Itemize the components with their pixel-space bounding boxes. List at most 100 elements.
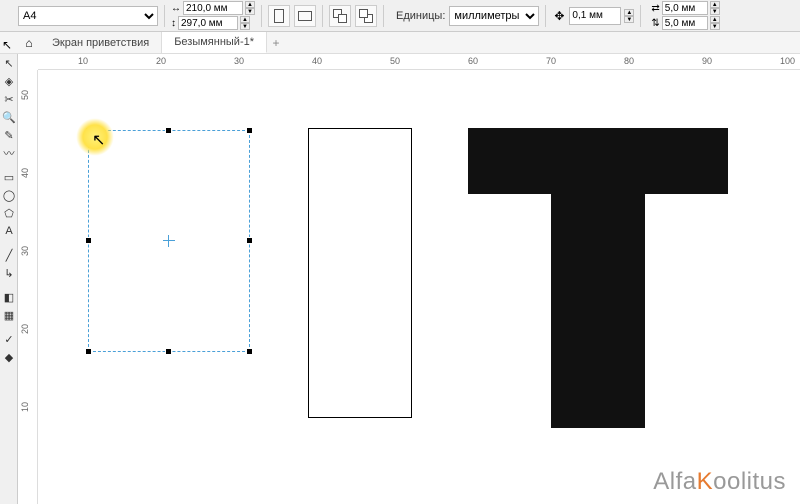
nudge-input[interactable] [569, 7, 621, 25]
ruler-tick: 30 [234, 56, 244, 66]
spin-down[interactable]: ▼ [710, 23, 720, 30]
pick-tool-indicator: ↖ [2, 38, 12, 52]
separator [261, 5, 262, 27]
polygon-tool[interactable]: ⬠ [0, 204, 18, 222]
separator [383, 5, 384, 27]
property-bar: ↖ A4 ↔ ▲▼ ↕ ▲▼ Единицы: миллиметры ✥ ▲▼ [0, 0, 800, 32]
spin-down[interactable]: ▼ [624, 16, 634, 23]
resize-handle-tm[interactable] [165, 127, 172, 134]
overlap-order-button-2[interactable] [355, 5, 377, 27]
ruler-tick: 100 [780, 56, 795, 66]
spin-up[interactable]: ▲ [245, 1, 255, 8]
nudge-block: ✥ ▲▼ [552, 7, 634, 25]
width-icon: ↔ [171, 3, 181, 14]
t-shape[interactable] [468, 128, 728, 428]
canvas[interactable]: ↖ AlfaKoolitus [38, 70, 800, 504]
dup-y-icon: ⇅ [651, 18, 659, 29]
units-select[interactable]: миллиметры [449, 6, 539, 26]
separator [640, 5, 641, 27]
spin-up[interactable]: ▲ [624, 9, 634, 16]
resize-handle-bl[interactable] [85, 348, 92, 355]
dropshadow-tool[interactable]: ◧ [0, 288, 18, 306]
tab-document[interactable]: Безымянный-1* [162, 32, 267, 53]
zoom-tool[interactable]: 🔍 [0, 108, 18, 126]
home-icon[interactable]: ⌂ [18, 32, 40, 53]
ruler-tick: 20 [20, 324, 30, 334]
watermark: AlfaKoolitus [653, 468, 786, 496]
ruler-tick: 80 [624, 56, 634, 66]
page-preset-select[interactable]: A4 [18, 6, 158, 26]
watermark-k: K [697, 468, 714, 495]
selection-center-icon [165, 237, 173, 245]
page-width-input[interactable] [183, 1, 243, 15]
watermark-pre: Alfa [653, 468, 696, 495]
overlap-order-button-1[interactable] [329, 5, 351, 27]
shape-tool[interactable]: ◈ [0, 72, 18, 90]
orientation-portrait-button[interactable] [268, 5, 290, 27]
document-tabs: ⌂ Экран приветствия Безымянный-1* + [0, 32, 800, 54]
ruler-tick: 40 [312, 56, 322, 66]
orientation-landscape-button[interactable] [294, 5, 316, 27]
crop-tool[interactable]: ✂ [0, 90, 18, 108]
connector-tool[interactable]: ↳ [0, 264, 18, 282]
ellipse-tool[interactable]: ◯ [0, 186, 18, 204]
resize-handle-br[interactable] [246, 348, 253, 355]
selected-rectangle[interactable] [88, 130, 250, 352]
fill-tool[interactable]: ◆ [0, 348, 18, 366]
resize-handle-tl[interactable] [85, 127, 92, 134]
ruler-tick: 30 [20, 246, 30, 256]
resize-handle-mr[interactable] [246, 237, 253, 244]
transparency-tool[interactable]: ▦ [0, 306, 18, 324]
line-tool[interactable]: ╱ [0, 246, 18, 264]
height-icon: ↕ [171, 18, 176, 29]
toolbox: ↖ ◈ ✂ 🔍 ✎ 〰 ▭ ◯ ⬠ A ╱ ↳ ◧ ▦ ✓ ◆ [0, 54, 18, 504]
ruler-tick: 40 [20, 168, 30, 178]
ruler-tick: 90 [702, 56, 712, 66]
dup-y-input[interactable] [662, 16, 708, 30]
tab-welcome[interactable]: Экран приветствия [40, 32, 162, 53]
pick-tool[interactable]: ↖ [0, 54, 18, 72]
ruler-tick: 50 [390, 56, 400, 66]
duplicate-offset-block: ⇄ ▲▼ ⇅ ▲▼ [651, 1, 719, 30]
units-label: Единицы: [396, 10, 445, 22]
ruler-tick: 20 [156, 56, 166, 66]
eyedropper-tool[interactable]: ✓ [0, 330, 18, 348]
page-dimensions: ↔ ▲▼ ↕ ▲▼ [171, 1, 255, 30]
spin-down[interactable]: ▼ [710, 8, 720, 15]
overlap-icon [359, 9, 373, 23]
ruler-tick: 60 [468, 56, 478, 66]
t-shape-top [468, 128, 728, 194]
dup-x-icon: ⇄ [651, 3, 659, 14]
ruler-tick: 10 [78, 56, 88, 66]
ruler-tick: 50 [20, 90, 30, 100]
overlap-icon [333, 9, 347, 23]
resize-handle-ml[interactable] [85, 237, 92, 244]
rectangle-shape[interactable] [308, 128, 412, 418]
spin-up[interactable]: ▲ [710, 16, 720, 23]
artistic-media-tool[interactable]: 〰 [0, 144, 18, 162]
separator [322, 5, 323, 27]
ruler-horizontal[interactable]: 10 20 30 40 50 60 70 80 90 100 [38, 54, 800, 70]
resize-handle-bm[interactable] [165, 348, 172, 355]
landscape-icon [298, 11, 312, 21]
page-height-input[interactable] [178, 16, 238, 30]
tab-add-button[interactable]: + [267, 32, 285, 53]
spin-down[interactable]: ▼ [240, 23, 250, 30]
rectangle-tool[interactable]: ▭ [0, 168, 18, 186]
spin-up[interactable]: ▲ [240, 16, 250, 23]
text-tool[interactable]: A [0, 222, 18, 240]
separator [545, 5, 546, 27]
ruler-vertical[interactable]: 50 40 30 20 10 [18, 70, 38, 504]
freehand-tool[interactable]: ✎ [0, 126, 18, 144]
spin-up[interactable]: ▲ [710, 1, 720, 8]
separator [164, 5, 165, 27]
portrait-icon [274, 9, 284, 23]
page-size-preset[interactable]: A4 [18, 6, 158, 26]
ruler-tick: 10 [20, 402, 30, 412]
resize-handle-tr[interactable] [246, 127, 253, 134]
ruler-tick: 70 [546, 56, 556, 66]
dup-x-input[interactable] [662, 1, 708, 15]
nudge-icon: ✥ [552, 9, 566, 23]
spin-down[interactable]: ▼ [245, 8, 255, 15]
watermark-rest: oolitus [713, 468, 786, 495]
